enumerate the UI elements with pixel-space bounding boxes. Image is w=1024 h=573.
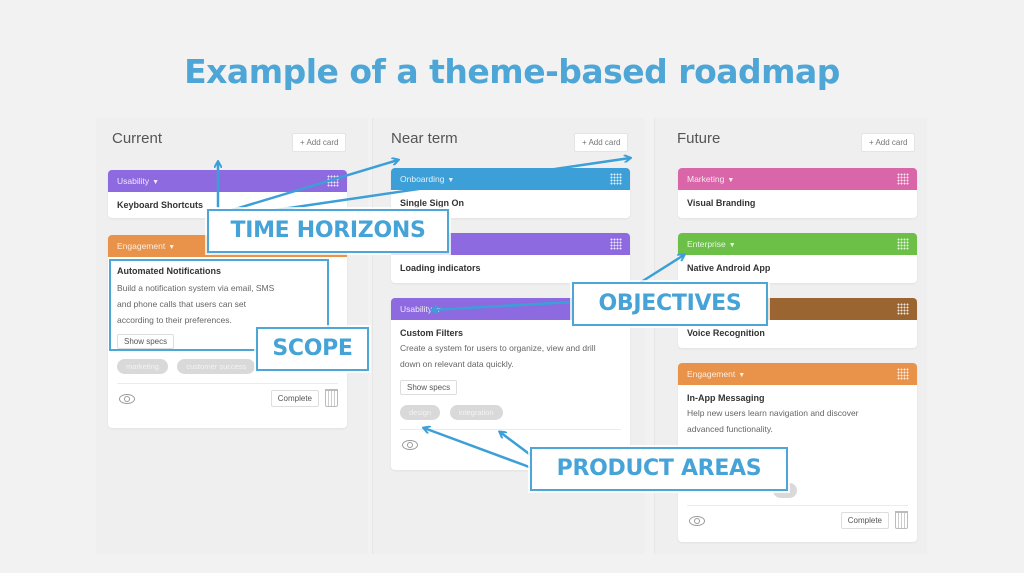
- card-visual-branding[interactable]: Marketing ▼ Visual Branding: [678, 168, 917, 218]
- drag-handle-icon[interactable]: [897, 303, 909, 315]
- theme-dropdown[interactable]: Marketing ▼: [678, 168, 917, 190]
- callout-time-horizons: TIME HORIZONS: [207, 209, 449, 253]
- eye-icon[interactable]: [119, 394, 135, 404]
- eye-icon[interactable]: [689, 516, 705, 526]
- complete-button[interactable]: Complete: [840, 512, 889, 529]
- tag-customer-success[interactable]: customer success: [177, 359, 256, 374]
- caret-down-icon: ▼: [447, 177, 455, 184]
- card-title: Native Android App: [687, 263, 771, 273]
- caret-down-icon: ▼: [738, 372, 746, 379]
- card-description: Create a system for users to organize, v…: [391, 338, 630, 372]
- tag-design[interactable]: design: [400, 405, 441, 420]
- theme-label: Onboarding: [400, 174, 445, 184]
- caret-down-icon: ▼: [168, 244, 176, 251]
- drag-handle-icon[interactable]: [610, 238, 622, 250]
- tag-marketing[interactable]: marketing: [117, 359, 168, 374]
- trash-icon[interactable]: [325, 389, 338, 407]
- theme-dropdown[interactable]: Onboarding ▼: [391, 168, 630, 190]
- description-line: Help new users learn navigation and disc…: [687, 408, 859, 418]
- theme-dropdown[interactable]: Engagement ▼: [678, 363, 917, 385]
- drag-handle-icon[interactable]: [897, 238, 909, 250]
- description-line: advanced functionality.: [687, 424, 773, 434]
- column-title: Future: [677, 130, 721, 147]
- column-title: Near term: [391, 130, 458, 147]
- add-card-button[interactable]: + Add card: [861, 133, 916, 152]
- caret-down-icon: ▼: [152, 179, 160, 186]
- add-card-button[interactable]: + Add card: [574, 133, 629, 152]
- caret-down-icon: ▼: [727, 177, 735, 184]
- card-title: In-App Messaging: [687, 393, 765, 403]
- card-title: Loading indicators: [400, 263, 481, 273]
- drag-handle-icon[interactable]: [897, 173, 909, 185]
- drag-handle-icon[interactable]: [610, 173, 622, 185]
- caret-down-icon: ▼: [435, 307, 443, 314]
- show-specs-button[interactable]: Show specs: [400, 380, 458, 395]
- caret-down-icon: ▼: [728, 242, 736, 249]
- card-title: Visual Branding: [687, 198, 756, 208]
- column-title: Current: [112, 130, 163, 147]
- theme-label: Enterprise: [687, 239, 726, 249]
- callout-scope: SCOPE: [256, 327, 369, 371]
- complete-button[interactable]: Complete: [270, 390, 319, 407]
- card-title: Single Sign On: [400, 198, 465, 208]
- theme-label: Engagement: [687, 369, 736, 379]
- card-title: Keyboard Shortcuts: [117, 200, 204, 210]
- theme-label: Usability: [400, 304, 433, 314]
- callout-product-areas: PRODUCT AREAS: [530, 447, 788, 491]
- theme-dropdown[interactable]: Usability ▼: [108, 170, 347, 192]
- callout-objectives: OBJECTIVES: [572, 282, 768, 326]
- theme-label: Engagement: [117, 241, 166, 251]
- description-line: Create a system for users to organize, v…: [400, 343, 596, 353]
- drag-handle-icon[interactable]: [327, 175, 339, 187]
- card-description: Help new users learn navigation and disc…: [678, 403, 917, 437]
- add-card-button[interactable]: + Add card: [292, 133, 347, 152]
- eye-icon[interactable]: [402, 440, 418, 450]
- theme-dropdown[interactable]: Enterprise ▼: [678, 233, 917, 255]
- theme-label: Usability: [117, 176, 150, 186]
- description-line: down on relevant data quickly.: [400, 359, 514, 369]
- card-native-android-app[interactable]: Enterprise ▼ Native Android App: [678, 233, 917, 283]
- drag-handle-icon[interactable]: [897, 368, 909, 380]
- theme-label: Marketing: [687, 174, 725, 184]
- trash-icon[interactable]: [895, 511, 908, 529]
- page-title: Example of a theme-based roadmap: [184, 52, 840, 91]
- tag-integration[interactable]: integration: [449, 405, 503, 420]
